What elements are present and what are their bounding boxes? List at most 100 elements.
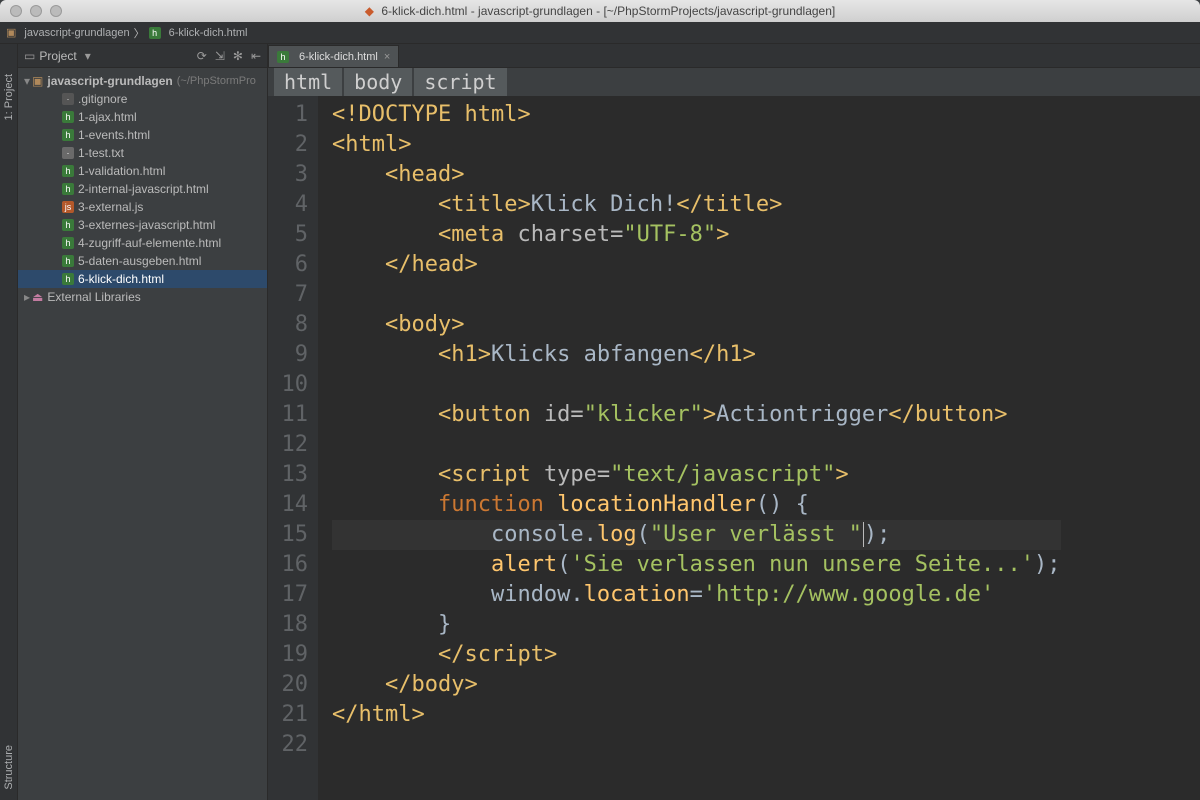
project-panel: ▭ Project ▾ ⟳ ⇲ ✻ ⇤ ▾ ▣ javascript-grund… — [18, 44, 268, 800]
chevron-right-icon: 〉 — [134, 25, 145, 41]
tree-file[interactable]: h1-validation.html — [18, 162, 267, 180]
window-title: ◆ 6-klick-dich.html - javascript-grundla… — [0, 4, 1200, 18]
line-number: 20 — [268, 670, 308, 700]
tree-root[interactable]: ▾ ▣ javascript-grundlagen (~/PhpStormPro — [18, 72, 267, 90]
line-number: 5 — [268, 220, 308, 250]
editor-tab[interactable]: h 6-klick-dich.html × — [268, 45, 399, 67]
title-file: 6-klick-dich.html — [381, 4, 467, 18]
line-number: 15 — [268, 520, 308, 550]
file-name: 4-zugriff-auf-elemente.html — [78, 236, 221, 250]
tree-file[interactable]: h 1-events.html — [18, 126, 267, 144]
title-project: javascript-grundlagen — [478, 4, 593, 18]
editor-tabbar: h 6-klick-dich.html × — [268, 44, 1200, 68]
line-number: 19 — [268, 640, 308, 670]
folder-icon: ▣ — [6, 26, 16, 39]
html-file-icon: h — [62, 183, 74, 195]
tree-external-libraries[interactable]: ▸ ⏏ External Libraries — [18, 288, 267, 306]
file-name: 6-klick-dich.html — [78, 272, 164, 286]
toolstrip-structure[interactable]: Structure — [3, 745, 15, 790]
crumb-folder[interactable]: ▣ javascript-grundlagen — [6, 26, 130, 39]
tree-file[interactable]: h 3-externes-javascript.html — [18, 216, 267, 234]
line-number: 16 — [268, 550, 308, 580]
project-tree[interactable]: ▾ ▣ javascript-grundlagen (~/PhpStormPro… — [18, 68, 267, 310]
gen-file-icon: · — [62, 93, 74, 105]
file-name: 1-ajax.html — [78, 110, 137, 124]
line-number: 17 — [268, 580, 308, 610]
code-content[interactable]: <!DOCTYPE html> <html> <head> <title>Kli… — [318, 96, 1061, 800]
tree-file[interactable]: h 5-daten-ausgeben.html — [18, 252, 267, 270]
html-file-icon: h — [62, 219, 74, 231]
file-name: 3-external.js — [78, 200, 143, 214]
line-number: 6 — [268, 250, 308, 280]
line-number: 9 — [268, 340, 308, 370]
title-path: [~/PhpStormProjects/javascript-grundlage… — [603, 4, 835, 18]
hide-panel-icon[interactable]: ⇤ — [251, 49, 261, 63]
line-number: 14 — [268, 490, 308, 520]
dropdown-icon[interactable]: ▾ — [85, 49, 91, 63]
minimize-window-icon[interactable] — [30, 5, 42, 17]
ide-window: ◆ 6-klick-dich.html - javascript-grundla… — [0, 0, 1200, 800]
js-file-icon: js — [62, 201, 74, 213]
crumb-file[interactable]: h 6-klick-dich.html — [149, 27, 248, 39]
file-name: 5-daten-ausgeben.html — [78, 254, 201, 268]
app-icon: ◆ — [365, 4, 374, 18]
toolstrip-project[interactable]: 1: Project — [3, 74, 15, 120]
html-file-icon: h — [62, 129, 74, 141]
bc-html[interactable]: html — [274, 68, 342, 96]
bc-script[interactable]: script — [414, 68, 506, 96]
bc-body[interactable]: body — [344, 68, 412, 96]
collapse-all-icon[interactable]: ⇲ — [215, 49, 225, 63]
nav-breadcrumb: ▣ javascript-grundlagen 〉 h 6-klick-dich… — [0, 22, 1200, 44]
html-file-icon: h — [62, 273, 74, 285]
line-number: 12 — [268, 430, 308, 460]
line-number: 22 — [268, 730, 308, 760]
tree-file[interactable]: · 1-test.txt — [18, 144, 267, 162]
html-file-icon: h — [62, 237, 74, 249]
external-libraries-label: External Libraries — [47, 290, 140, 304]
line-number: 13 — [268, 460, 308, 490]
html-file-icon: h — [62, 165, 74, 177]
project-panel-title: Project — [39, 49, 76, 63]
folder-icon: ▣ — [32, 74, 43, 88]
tree-file[interactable]: ·.gitignore — [18, 90, 267, 108]
html-file-icon: h — [62, 255, 74, 267]
scroll-from-source-icon[interactable]: ⟳ — [197, 49, 207, 63]
line-number: 1 — [268, 100, 308, 130]
line-number: 8 — [268, 310, 308, 340]
expand-toggle-icon[interactable]: ▸ — [24, 290, 30, 304]
tree-file[interactable]: js 3-external.js — [18, 198, 267, 216]
close-window-icon[interactable] — [10, 5, 22, 17]
close-tab-icon[interactable]: × — [384, 51, 390, 63]
line-number: 3 — [268, 160, 308, 190]
tree-file[interactable]: h 2-internal-javascript.html — [18, 180, 267, 198]
tree-file[interactable]: h 6-klick-dich.html — [18, 270, 267, 288]
tree-file[interactable]: h 4-zugriff-auf-elemente.html — [18, 234, 267, 252]
file-name: 1-test.txt — [78, 146, 124, 160]
line-number: 4 — [268, 190, 308, 220]
editor-column: h 6-klick-dich.html × html body script 1… — [268, 44, 1200, 800]
line-gutter: 12345678910111213141516171819202122 — [268, 96, 318, 800]
tab-label: 6-klick-dich.html — [299, 51, 378, 63]
zoom-window-icon[interactable] — [50, 5, 62, 17]
left-toolstrip: 1: Project Structure — [0, 44, 18, 800]
settings-gear-icon[interactable]: ✻ — [233, 49, 243, 63]
root-path: (~/PhpStormPro — [177, 75, 256, 87]
file-name: 2-internal-javascript.html — [78, 182, 209, 196]
line-number: 11 — [268, 400, 308, 430]
line-number: 10 — [268, 370, 308, 400]
line-number: 21 — [268, 700, 308, 730]
txt-file-icon: · — [62, 147, 74, 159]
titlebar: ◆ 6-klick-dich.html - javascript-grundla… — [0, 0, 1200, 22]
library-icon: ⏏ — [32, 290, 43, 304]
root-name: javascript-grundlagen — [47, 74, 172, 88]
file-name: 3-externes-javascript.html — [78, 218, 215, 232]
html-file-icon: h — [277, 51, 289, 63]
expand-toggle-icon[interactable]: ▾ — [24, 74, 30, 88]
html-file-icon: h — [149, 27, 161, 39]
tree-file[interactable]: h 1-ajax.html — [18, 108, 267, 126]
file-name: 1-events.html — [78, 128, 150, 142]
code-editor[interactable]: 12345678910111213141516171819202122 <!DO… — [268, 96, 1200, 800]
line-number: 7 — [268, 280, 308, 310]
line-number: 2 — [268, 130, 308, 160]
html-file-icon: h — [62, 111, 74, 123]
